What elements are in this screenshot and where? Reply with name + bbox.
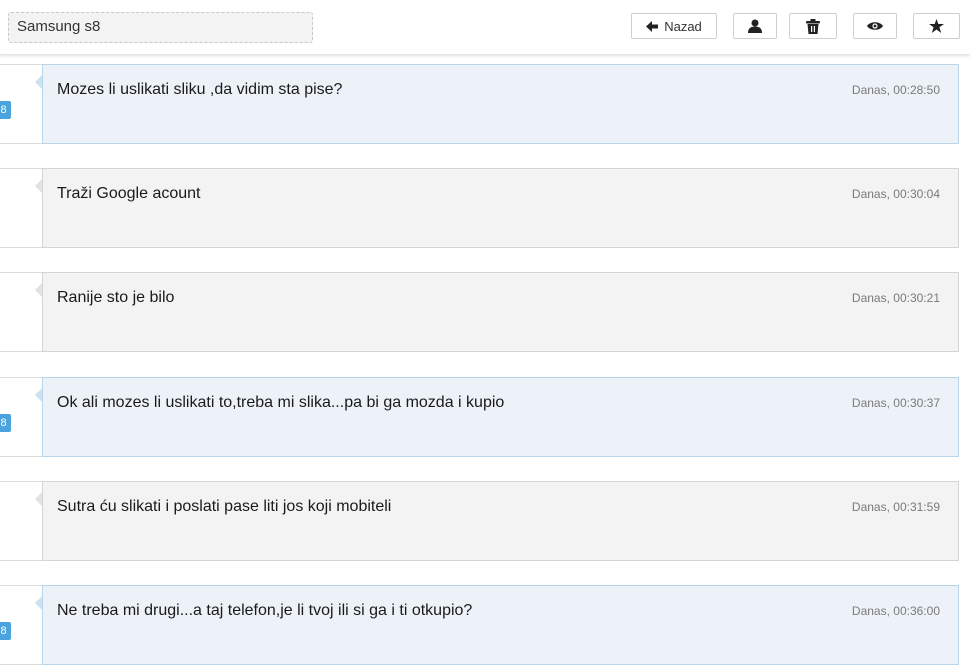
back-button[interactable]: Nazad (631, 13, 717, 39)
message-bubble: Traži Google acount Danas, 00:30:04 (35, 168, 959, 248)
message-text: Ok ali mozes li uslikati to,treba mi sli… (57, 394, 505, 411)
message-timestamp: Danas, 00:31:59 (851, 500, 940, 514)
message-timestamp: Danas, 00:30:37 (851, 396, 940, 410)
conversation-subject-field[interactable]: Samsung s8 (8, 12, 313, 43)
user-button[interactable] (733, 13, 777, 39)
sender-badge: 8 (0, 414, 11, 432)
message-bubble: Mozes li uslikati sliku ,da vidim sta pi… (35, 64, 959, 144)
eye-icon (867, 21, 883, 31)
message-bubble: Ranije sto je bilo Danas, 00:30:21 (35, 272, 959, 352)
star-icon (929, 19, 944, 33)
message-timestamp: Danas, 00:30:21 (851, 291, 940, 305)
message-timestamp: Danas, 00:30:04 (851, 187, 940, 201)
sender-badge: 8 (0, 101, 11, 119)
message-bubble: Ok ali mozes li uslikati to,treba mi sli… (35, 377, 959, 457)
favorite-button[interactable] (913, 13, 960, 39)
toolbar: Samsung s8 Nazad (0, 0, 970, 55)
message-item: 8 Mozes li uslikati sliku ,da vidim sta … (0, 64, 960, 144)
view-button[interactable] (853, 13, 897, 39)
message-text: Sutra ću slikati i poslati pase liti jos… (57, 498, 392, 515)
message-timestamp: Danas, 00:36:00 (851, 604, 940, 618)
message-timestamp: Danas, 00:28:50 (851, 83, 940, 97)
message-item: Traži Google acount Danas, 00:30:04 (0, 168, 960, 248)
delete-button[interactable] (789, 13, 837, 39)
sender-badge: 8 (0, 622, 11, 640)
back-button-label: Nazad (664, 18, 702, 34)
message-item: Ranije sto je bilo Danas, 00:30:21 (0, 272, 960, 352)
message-item: Sutra ću slikati i poslati pase liti jos… (0, 481, 960, 561)
arrow-left-icon (646, 20, 659, 32)
message-text: Traži Google acount (57, 185, 201, 202)
user-icon (748, 19, 762, 33)
message-text: Mozes li uslikati sliku ,da vidim sta pi… (57, 81, 343, 98)
message-text: Ranije sto je bilo (57, 289, 175, 306)
message-bubble: Sutra ću slikati i poslati pase liti jos… (35, 481, 959, 561)
message-bubble: Ne treba mi drugi...a taj telefon,je li … (35, 585, 959, 665)
message-item: 8 Ok ali mozes li uslikati to,treba mi s… (0, 377, 960, 457)
message-text: Ne treba mi drugi...a taj telefon,je li … (57, 602, 473, 619)
trash-icon (806, 18, 820, 34)
message-item: 8 Ne treba mi drugi...a taj telefon,je l… (0, 585, 960, 665)
